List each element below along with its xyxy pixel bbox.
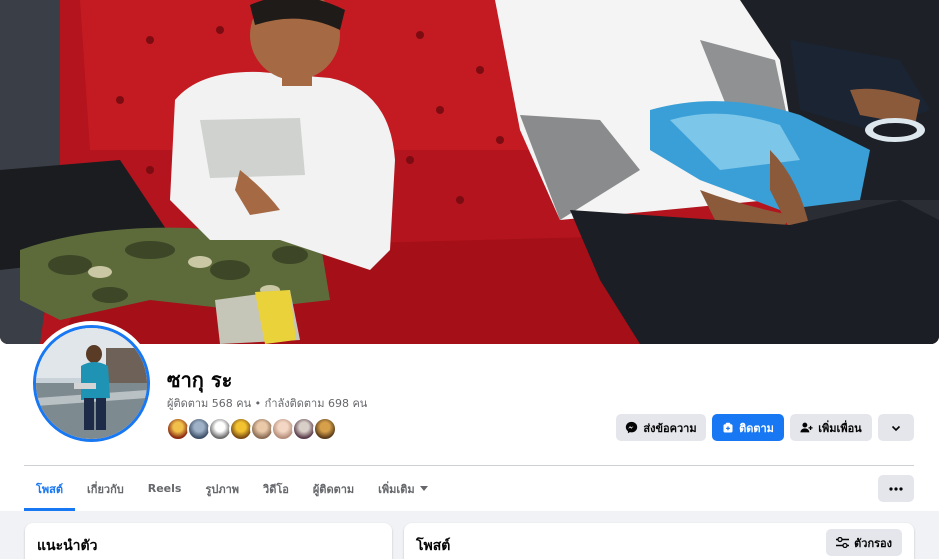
posts-card: โพสต์ ตัวกรอง	[404, 523, 914, 559]
following-count[interactable]: กำลังติดตาม 698 คน	[265, 397, 368, 410]
tab-about[interactable]: เกี่ยวกับ	[75, 466, 136, 511]
cover-photo[interactable]	[0, 0, 939, 344]
intro-card: แนะนำตัว	[25, 523, 392, 559]
filter-button[interactable]: ตัวกรอง	[826, 529, 902, 556]
tab-more[interactable]: เพิ่มเติม	[366, 466, 439, 511]
posts-title: โพสต์	[416, 538, 451, 554]
filter-label: ตัวกรอง	[854, 536, 892, 550]
tab-reels[interactable]: Reels	[136, 466, 194, 511]
add-friend-button[interactable]: เพิ่มเพื่อน	[790, 414, 872, 441]
tab-followers[interactable]: ผู้ติดตาม	[301, 466, 366, 511]
tab-label: โพสต์	[36, 482, 64, 496]
follow-label: ติดตาม	[739, 421, 774, 435]
tab-photos[interactable]: รูปภาพ	[193, 466, 251, 511]
follow-button[interactable]: ติดตาม	[712, 414, 784, 441]
tab-posts[interactable]: โพสต์	[24, 466, 76, 511]
profile-header: ซากุ ระ ผู้ติดตาม 568 คน • กำลังติดตาม 6…	[0, 0, 939, 511]
add-friend-icon	[800, 422, 813, 433]
followers-count[interactable]: ผู้ติดตาม 568 คน	[167, 397, 251, 410]
tab-label: ผู้ติดตาม	[312, 482, 355, 496]
profile-tabs: โพสต์ เกี่ยวกับ Reels รูปภาพ วิดีโอ ผู้ต…	[24, 466, 440, 511]
caret-down-icon	[419, 485, 428, 491]
intro-title: แนะนำตัว	[37, 538, 98, 554]
follower-avatar-icon[interactable]	[313, 417, 337, 441]
follow-stats: ผู้ติดตาม 568 คน • กำลังติดตาม 698 คน	[167, 394, 367, 412]
tabs-overflow-button[interactable]	[878, 475, 914, 502]
stats-separator: •	[251, 397, 265, 410]
follow-icon	[723, 422, 733, 432]
tab-videos[interactable]: วิดีโอ	[251, 466, 301, 511]
tab-label: Reels	[147, 482, 182, 495]
avatar	[33, 325, 150, 442]
tab-label: เกี่ยวกับ	[87, 482, 124, 496]
tab-label: รูปภาพ	[205, 482, 240, 496]
message-label: ส่งข้อความ	[643, 421, 697, 435]
chevron-down-icon	[891, 425, 901, 431]
tab-label: เพิ่มเติม	[378, 482, 415, 496]
follower-avatars[interactable]	[166, 417, 337, 441]
filter-icon	[836, 537, 850, 548]
profile-name: ซากุ ระ	[167, 368, 233, 392]
messenger-icon	[626, 421, 638, 434]
more-actions-button[interactable]	[878, 414, 914, 441]
profile-avatar[interactable]	[29, 321, 154, 446]
more-dots-icon	[889, 486, 903, 491]
message-button[interactable]: ส่งข้อความ	[616, 414, 706, 441]
tab-label: วิดีโอ	[263, 482, 289, 496]
profile-page: ซากุ ระ ผู้ติดตาม 568 คน • กำลังติดตาม 6…	[0, 0, 939, 559]
add-friend-label: เพิ่มเพื่อน	[818, 421, 862, 435]
